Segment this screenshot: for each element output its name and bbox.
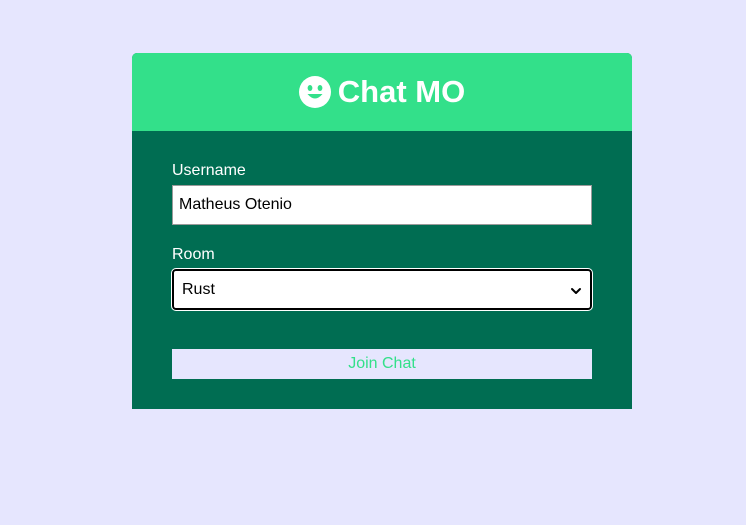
join-chat-button[interactable]: Join Chat <box>172 349 592 379</box>
smiley-face-icon <box>298 76 331 108</box>
chevron-down-icon <box>570 284 582 296</box>
username-value: Matheus Otenio <box>179 196 292 213</box>
room-select[interactable]: Rust <box>171 268 593 311</box>
card-header: Chat MO <box>132 53 632 131</box>
username-label: Username <box>172 162 246 179</box>
room-selected-value: Rust <box>182 280 215 298</box>
username-input[interactable]: Matheus Otenio <box>172 185 592 225</box>
room-label: Room <box>172 246 215 263</box>
app-title: Chat MO <box>337 74 466 109</box>
join-form: Username Matheus Otenio Room Rust <box>171 161 593 311</box>
join-chat-card: Chat MO Username Matheus Otenio Room Rus… <box>132 53 632 409</box>
